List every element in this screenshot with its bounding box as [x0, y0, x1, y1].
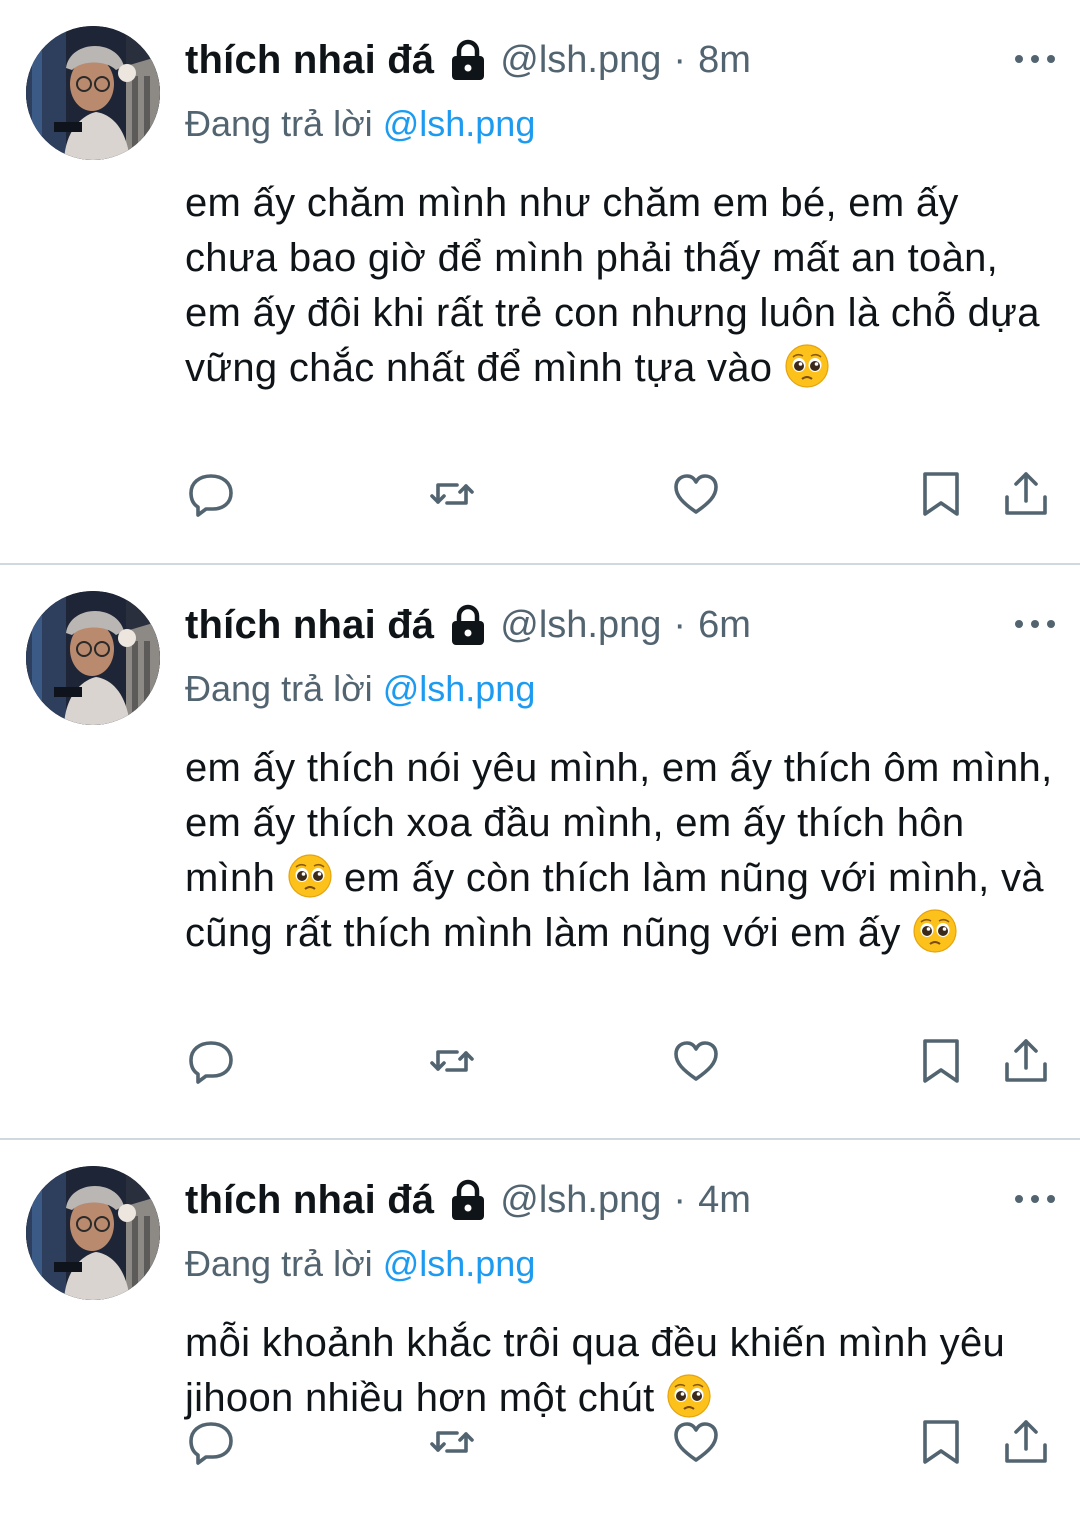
tweet[interactable]: thích nhai đá @lsh.png · 6m Đang trả lời…: [0, 565, 1080, 1138]
pleading-face-emoji: [666, 1373, 712, 1419]
avatar[interactable]: [26, 591, 160, 725]
bookmark-icon[interactable]: [915, 468, 967, 520]
timestamp[interactable]: 4m: [698, 1179, 751, 1222]
share-icon[interactable]: [1000, 468, 1052, 520]
separator-dot: ·: [673, 1178, 687, 1221]
bookmark-icon[interactable]: [915, 1035, 967, 1087]
replying-to: Đang trả lời @lsh.png: [185, 1238, 1055, 1294]
author-handle[interactable]: @lsh.png: [500, 604, 661, 647]
author-handle[interactable]: @lsh.png: [500, 1179, 661, 1222]
author-name[interactable]: thích nhai đá: [185, 38, 434, 83]
tweet-text: mỗi khoảnh khắc trôi qua đều khiến mình …: [185, 1316, 1055, 1426]
author-handle[interactable]: @lsh.png: [500, 39, 661, 82]
reply-icon[interactable]: [185, 468, 237, 520]
bookmark-icon[interactable]: [915, 1416, 967, 1468]
tweet-actions: [185, 468, 1050, 528]
avatar[interactable]: [26, 1166, 160, 1300]
pleading-face-emoji: [287, 853, 333, 899]
pleading-face-emoji: [912, 908, 958, 954]
reply-icon[interactable]: [185, 1035, 237, 1087]
tweet-feed: thích nhai đá @lsh.png · 8m Đang trả lời…: [0, 0, 1080, 1518]
replying-to: Đang trả lời @lsh.png: [185, 663, 1055, 719]
separator-dot: ·: [673, 38, 687, 81]
heart-icon[interactable]: [670, 468, 722, 520]
retweet-icon[interactable]: [426, 1035, 478, 1087]
tweet-text: em ấy chăm mình như chăm em bé, em ấy ch…: [185, 176, 1055, 396]
lock-icon: [450, 604, 486, 646]
more-options-icon[interactable]: [1015, 609, 1055, 639]
more-options-icon[interactable]: [1015, 44, 1055, 74]
timestamp[interactable]: 6m: [698, 604, 751, 647]
share-icon[interactable]: [1000, 1035, 1052, 1087]
retweet-icon[interactable]: [426, 468, 478, 520]
timestamp[interactable]: 8m: [698, 39, 751, 82]
replying-mention[interactable]: @lsh.png: [383, 1243, 536, 1284]
replying-prefix: Đang trả lời: [185, 668, 373, 709]
tweet-actions: [185, 1035, 1050, 1095]
replying-mention[interactable]: @lsh.png: [383, 103, 536, 144]
replying-to: Đang trả lời @lsh.png: [185, 98, 1055, 154]
lock-icon: [450, 1179, 486, 1221]
pleading-face-emoji: [784, 343, 830, 389]
tweet[interactable]: thích nhai đá @lsh.png · 8m Đang trả lời…: [0, 0, 1080, 563]
more-options-icon[interactable]: [1015, 1184, 1055, 1214]
tweet[interactable]: thích nhai đá @lsh.png · 4m Đang trả lời…: [0, 1140, 1080, 1518]
retweet-icon[interactable]: [426, 1416, 478, 1468]
author-name[interactable]: thích nhai đá: [185, 603, 434, 648]
author-name[interactable]: thích nhai đá: [185, 1178, 434, 1223]
separator-dot: ·: [673, 603, 687, 646]
tweet-text: em ấy thích nói yêu mình, em ấy thích ôm…: [185, 741, 1055, 961]
avatar[interactable]: [26, 26, 160, 160]
tweet-actions: [185, 1416, 1050, 1476]
reply-icon[interactable]: [185, 1416, 237, 1468]
share-icon[interactable]: [1000, 1416, 1052, 1468]
heart-icon[interactable]: [670, 1035, 722, 1087]
lock-icon: [450, 39, 486, 81]
replying-prefix: Đang trả lời: [185, 1243, 373, 1284]
tweet-text-segment: mỗi khoảnh khắc trôi qua đều khiến mình …: [185, 1321, 1006, 1420]
replying-prefix: Đang trả lời: [185, 103, 373, 144]
tweet-text-segment: em ấy chăm mình như chăm em bé, em ấy ch…: [185, 181, 1040, 390]
heart-icon[interactable]: [670, 1416, 722, 1468]
replying-mention[interactable]: @lsh.png: [383, 668, 536, 709]
